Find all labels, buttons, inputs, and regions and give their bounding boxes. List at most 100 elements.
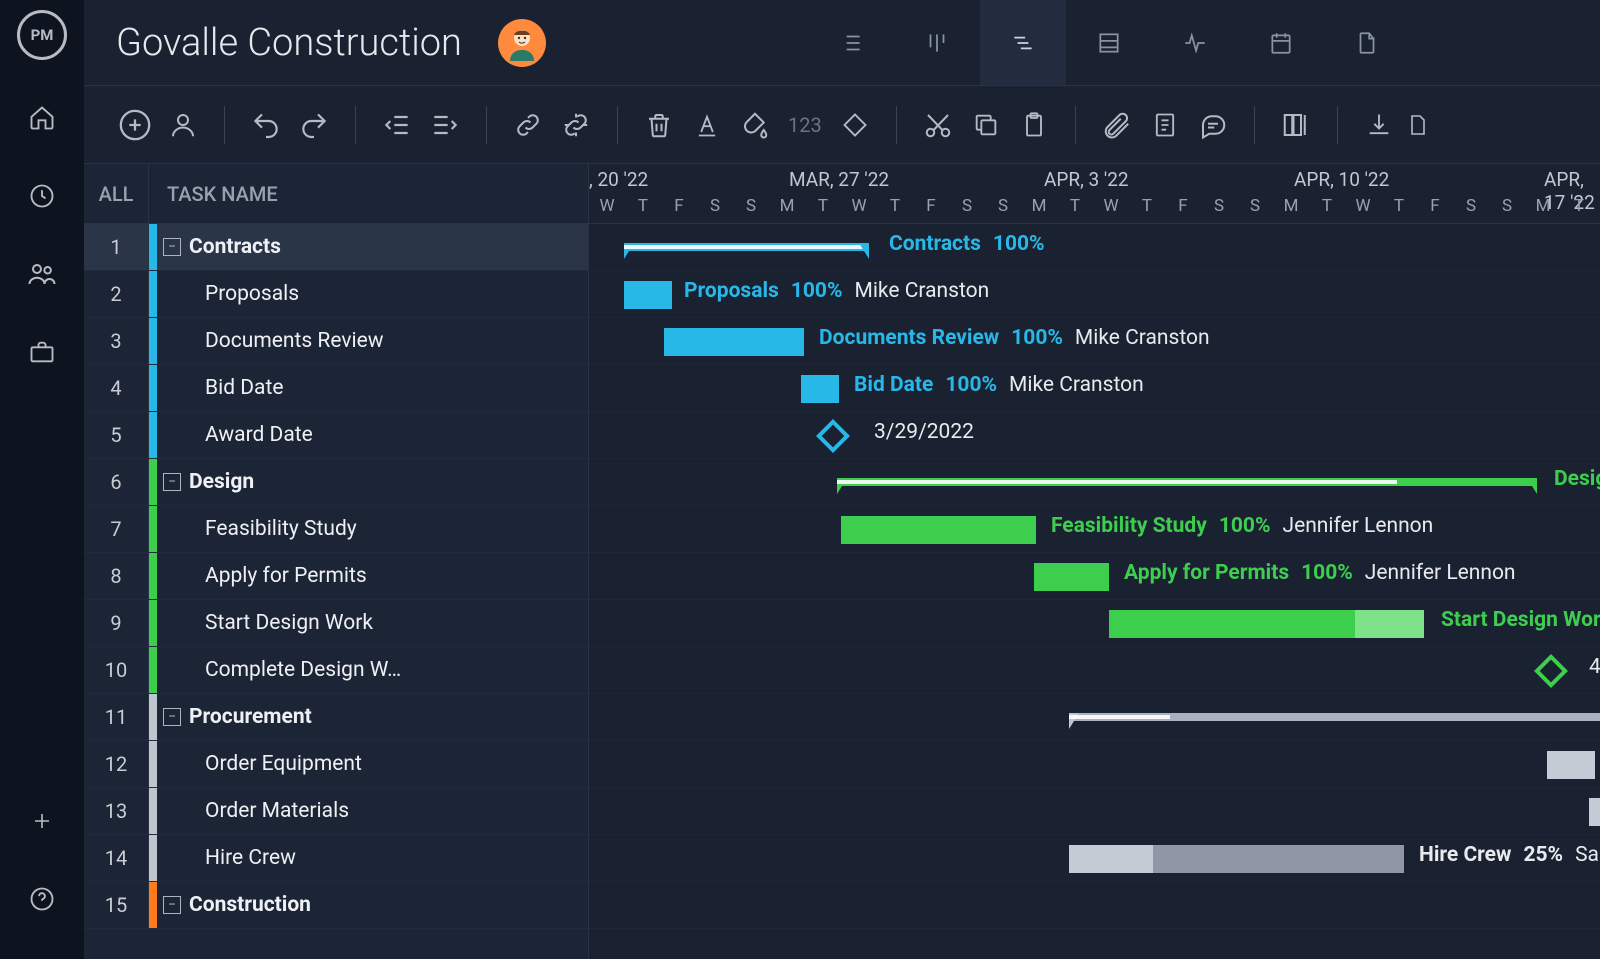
collapse-toggle-icon[interactable]: − xyxy=(163,708,181,726)
task-row[interactable]: 7Feasibility Study xyxy=(84,506,588,553)
task-row[interactable]: 12Order Equipment xyxy=(84,741,588,788)
redo-icon[interactable] xyxy=(293,104,335,146)
gantt-row[interactable]: Hire Crew25%Sam S xyxy=(589,835,1600,882)
view-gantt-icon[interactable] xyxy=(980,0,1066,85)
summary-bar-design[interactable] xyxy=(837,478,1537,486)
text-color-icon[interactable] xyxy=(686,104,728,146)
gantt-row[interactable]: 4/18/20 xyxy=(589,647,1600,694)
task-row[interactable]: 4Bid Date xyxy=(84,365,588,412)
task-bar-proposals[interactable] xyxy=(624,281,672,309)
gantt-row[interactable]: Contracts100% xyxy=(589,224,1600,271)
team-icon[interactable] xyxy=(24,256,60,292)
export-icon[interactable] xyxy=(1406,104,1430,146)
add-task-icon[interactable] xyxy=(114,104,156,146)
task-color-stripe xyxy=(149,412,157,458)
timeline-day-label: W xyxy=(1345,196,1381,216)
gantt-row[interactable]: Pro xyxy=(589,694,1600,741)
timeline-day-label: M xyxy=(1525,196,1561,216)
link-icon[interactable] xyxy=(507,104,549,146)
task-row-number: 1 xyxy=(84,224,149,270)
gantt-row[interactable]: Feasibility Study100%Jennifer Lennon xyxy=(589,506,1600,553)
timeline-day-label: M xyxy=(769,196,805,216)
clock-icon[interactable] xyxy=(24,178,60,214)
task-bar-permits[interactable] xyxy=(1034,563,1109,591)
task-bar-documents-review[interactable] xyxy=(664,328,804,356)
gantt-row[interactable]: Order xyxy=(589,741,1600,788)
task-row[interactable]: 6−Design xyxy=(84,459,588,506)
paste-icon[interactable] xyxy=(1013,104,1055,146)
timeline-month-label: APR, 10 '22 xyxy=(1294,168,1389,191)
assign-icon[interactable] xyxy=(162,104,204,146)
summary-bar-procurement[interactable] xyxy=(1069,713,1600,721)
app-logo[interactable]: PM xyxy=(17,10,67,60)
view-list-icon[interactable] xyxy=(808,0,894,85)
columns-icon[interactable] xyxy=(1275,104,1317,146)
briefcase-icon[interactable] xyxy=(24,334,60,370)
summary-bar-contracts[interactable] xyxy=(624,243,869,251)
column-all[interactable]: ALL xyxy=(84,164,149,223)
collapse-toggle-icon[interactable]: − xyxy=(163,238,181,256)
add-icon[interactable] xyxy=(24,803,60,839)
bar-label: Hire Crew xyxy=(1419,843,1511,867)
avatar[interactable] xyxy=(498,19,546,67)
comment-icon[interactable] xyxy=(1192,104,1234,146)
task-row[interactable]: 9Start Design Work xyxy=(84,600,588,647)
copy-icon[interactable] xyxy=(965,104,1007,146)
gantt-row[interactable]: Apply for Permits100%Jennifer Lennon xyxy=(589,553,1600,600)
task-bar-bid-date[interactable] xyxy=(801,375,839,403)
task-row[interactable]: 2Proposals xyxy=(84,271,588,318)
task-row[interactable]: 13Order Materials xyxy=(84,788,588,835)
view-file-icon[interactable] xyxy=(1324,0,1410,85)
task-row[interactable]: 5Award Date xyxy=(84,412,588,459)
view-activity-icon[interactable] xyxy=(1152,0,1238,85)
priority-icon[interactable] xyxy=(834,104,876,146)
gantt-row[interactable]: Documents Review100%Mike Cranston xyxy=(589,318,1600,365)
outdent-icon[interactable] xyxy=(376,104,418,146)
task-bar-start-design[interactable] xyxy=(1109,610,1424,638)
timeline-day-label: W xyxy=(1093,196,1129,216)
task-name-label: Award Date xyxy=(205,423,313,447)
number-format-label[interactable]: 123 xyxy=(782,113,828,137)
milestone-complete-design[interactable] xyxy=(1534,654,1568,688)
view-calendar-icon[interactable] xyxy=(1238,0,1324,85)
timeline-day-label: S xyxy=(949,196,985,216)
task-row[interactable]: 1−Contracts xyxy=(84,224,588,271)
task-row[interactable]: 3Documents Review xyxy=(84,318,588,365)
view-sheet-icon[interactable] xyxy=(1066,0,1152,85)
fill-icon[interactable] xyxy=(734,104,776,146)
task-bar-hire-crew[interactable] xyxy=(1069,845,1404,873)
gantt-row[interactable]: Proposals100%Mike Cranston xyxy=(589,271,1600,318)
home-icon[interactable] xyxy=(24,100,60,136)
gantt-row[interactable]: 3/29/2022 xyxy=(589,412,1600,459)
task-row[interactable]: 8Apply for Permits xyxy=(84,553,588,600)
delete-icon[interactable] xyxy=(638,104,680,146)
bar-label: Documents Review xyxy=(819,326,999,350)
column-task-name[interactable]: TASK NAME xyxy=(149,182,278,206)
collapse-toggle-icon[interactable]: − xyxy=(163,473,181,491)
task-bar-order-materials[interactable] xyxy=(1589,798,1600,826)
task-row[interactable]: 10Complete Design W… xyxy=(84,647,588,694)
undo-icon[interactable] xyxy=(245,104,287,146)
view-board-icon[interactable] xyxy=(894,0,980,85)
milestone-award-date[interactable] xyxy=(816,419,850,453)
cut-icon[interactable] xyxy=(917,104,959,146)
task-row[interactable]: 11−Procurement xyxy=(84,694,588,741)
gantt-row[interactable]: Ord xyxy=(589,788,1600,835)
gantt-row[interactable]: Bid Date100%Mike Cranston xyxy=(589,365,1600,412)
gantt-row[interactable] xyxy=(589,882,1600,929)
gantt-row[interactable]: Start Design Work xyxy=(589,600,1600,647)
import-icon[interactable] xyxy=(1358,104,1400,146)
gantt-row[interactable]: Design80 xyxy=(589,459,1600,506)
task-bar-order-equipment[interactable] xyxy=(1547,751,1595,779)
notes-icon[interactable] xyxy=(1144,104,1186,146)
task-bar-feasibility[interactable] xyxy=(841,516,1036,544)
unlink-icon[interactable] xyxy=(555,104,597,146)
bar-assignee: Mike Cranston xyxy=(1009,373,1144,397)
attachment-icon[interactable] xyxy=(1096,104,1138,146)
indent-icon[interactable] xyxy=(424,104,466,146)
help-icon[interactable] xyxy=(24,881,60,917)
collapse-toggle-icon[interactable]: − xyxy=(163,896,181,914)
task-row[interactable]: 15−Construction xyxy=(84,882,588,929)
task-row[interactable]: 14Hire Crew xyxy=(84,835,588,882)
task-row-number: 7 xyxy=(84,506,149,552)
